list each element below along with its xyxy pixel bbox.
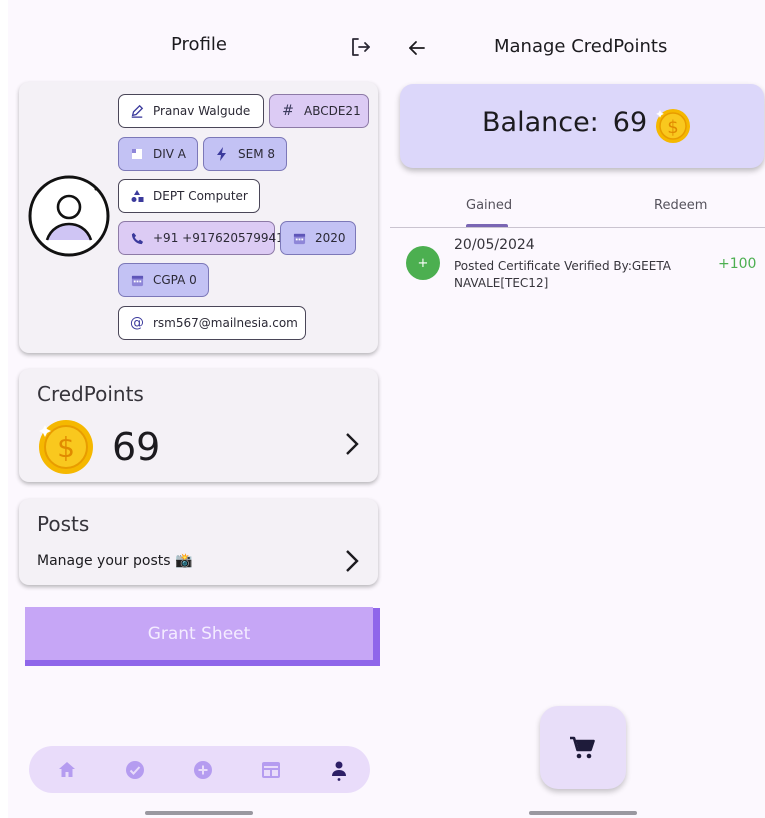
email-value: rsm567@mailnesia.com: [153, 316, 298, 330]
gold-coin-icon: $: [656, 109, 690, 143]
tab-divider: [390, 227, 765, 228]
edit-pen-icon: [129, 103, 145, 119]
email-chip[interactable]: @ rsm567@mailnesia.com: [118, 306, 306, 340]
department-chip[interactable]: DEPT Computer: [118, 179, 260, 213]
category-shapes-icon: [129, 188, 145, 204]
shopping-cart-icon: [570, 736, 595, 759]
phone-value: +91 +917620579941: [153, 231, 284, 245]
dashboard-icon[interactable]: [260, 759, 282, 781]
avatar[interactable]: [27, 174, 111, 258]
id-chip[interactable]: # ABCDE21: [269, 94, 369, 128]
division-chip[interactable]: DIV A: [118, 137, 198, 171]
credpoints-card[interactable]: CredPoints $ 69: [19, 369, 378, 482]
phone-icon: [129, 230, 145, 246]
gesture-bar: [145, 811, 253, 815]
posts-subtitle: Manage your posts 📸: [37, 553, 193, 569]
credpoints-title: CredPoints: [37, 382, 144, 406]
posts-title: Posts: [37, 512, 90, 536]
credpoints-value: 69: [112, 425, 161, 469]
id-value: ABCDE21: [304, 104, 361, 118]
name-value: Pranav Walgude: [153, 104, 251, 118]
tab-gained[interactable]: Gained: [466, 198, 512, 213]
calendar-icon: [291, 230, 307, 246]
shop-fab-button[interactable]: [540, 706, 626, 789]
balance-card: Balance: 69 $: [400, 84, 764, 168]
cgpa-value: CGPA 0: [153, 273, 197, 287]
gold-coin-icon: $: [39, 420, 93, 474]
person-icon[interactable]: [328, 759, 350, 781]
at-sign-icon: @: [130, 315, 144, 331]
profile-card: Pranav Walgude # ABCDE21 DIV A SEM 8 DEP…: [19, 82, 378, 353]
chevron-right-icon[interactable]: [339, 431, 365, 457]
add-circle-icon[interactable]: [192, 759, 214, 781]
bolt-icon: [214, 146, 230, 162]
button-shadow-side: [373, 608, 380, 666]
svg-text:$: $: [667, 117, 678, 138]
transaction-description: Posted Certificate Verified By:GEETA NAV…: [454, 259, 671, 290]
year-chip[interactable]: 2020: [280, 221, 356, 255]
cgpa-chip[interactable]: CGPA 0: [118, 263, 209, 297]
arrow-back-icon[interactable]: [406, 37, 428, 59]
grant-sheet-button[interactable]: Grant Sheet: [25, 607, 380, 666]
division-square-icon: [129, 146, 145, 162]
phone-chip[interactable]: +91 +917620579941: [118, 221, 284, 255]
tab-redeem[interactable]: Redeem: [654, 198, 707, 213]
page-title: Profile: [171, 34, 227, 55]
department-value: DEPT Computer: [153, 189, 248, 203]
page-title: Manage CredPoints: [494, 36, 668, 57]
profile-screen: Profile Pranav Walgude # ABCDE21 DIV A S…: [8, 0, 390, 818]
balance-value: 69: [612, 107, 648, 138]
home-icon[interactable]: [56, 759, 78, 781]
button-shadow-bottom: [25, 660, 380, 666]
logout-icon[interactable]: [348, 35, 372, 59]
manage-credpoints-screen: Manage CredPoints Balance: 69 $ Gained R…: [390, 0, 765, 818]
svg-text:$: $: [57, 431, 75, 464]
semester-value: SEM 8: [238, 147, 276, 161]
division-value: DIV A: [153, 147, 187, 161]
gesture-bar: [529, 811, 637, 815]
chevron-right-icon[interactable]: [339, 548, 365, 574]
bottom-navigation: [29, 746, 370, 793]
check-circle-icon[interactable]: [124, 759, 146, 781]
grant-sheet-label: Grant Sheet: [25, 607, 373, 660]
name-chip[interactable]: Pranav Walgude: [118, 94, 264, 128]
semester-chip[interactable]: SEM 8: [203, 137, 287, 171]
posts-card[interactable]: Posts Manage your posts 📸: [19, 499, 378, 585]
balance-label: Balance:: [482, 107, 599, 138]
transaction-date: 20/05/2024: [454, 237, 535, 253]
gain-badge-icon: +: [406, 246, 440, 280]
transaction-amount: +100: [718, 256, 757, 272]
calendar-icon: [129, 272, 145, 288]
hash-icon: #: [282, 103, 294, 119]
year-value: 2020: [315, 231, 346, 245]
